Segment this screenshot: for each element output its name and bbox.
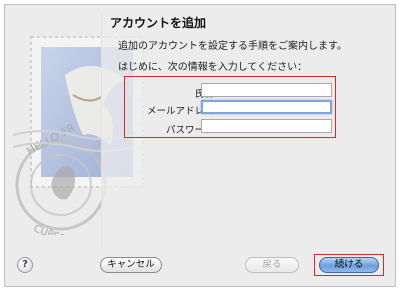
name-field[interactable]	[201, 83, 332, 97]
dialog-subtitle: 追加のアカウントを設定する手順をご案内します。	[118, 41, 347, 52]
password-field[interactable]	[201, 119, 332, 133]
back-button[interactable]: 戻る	[245, 257, 299, 273]
dialog-instruction: はじめに、次の情報を入力してください：	[118, 62, 308, 73]
email-row: メールアドレス：	[125, 100, 337, 118]
name-row: 氏名：	[125, 83, 337, 101]
dialog-title: アカウントを追加	[110, 16, 207, 30]
continue-button[interactable]: 続ける	[319, 257, 379, 273]
continue-highlight: 続ける	[314, 254, 384, 276]
help-button[interactable]: ?	[17, 257, 33, 273]
password-row: パスワード：	[125, 119, 337, 137]
account-form: 氏名： メールアドレス： パスワード：	[124, 76, 336, 138]
email-field[interactable]	[201, 100, 332, 114]
cancel-button[interactable]: キャンセル	[100, 257, 162, 273]
